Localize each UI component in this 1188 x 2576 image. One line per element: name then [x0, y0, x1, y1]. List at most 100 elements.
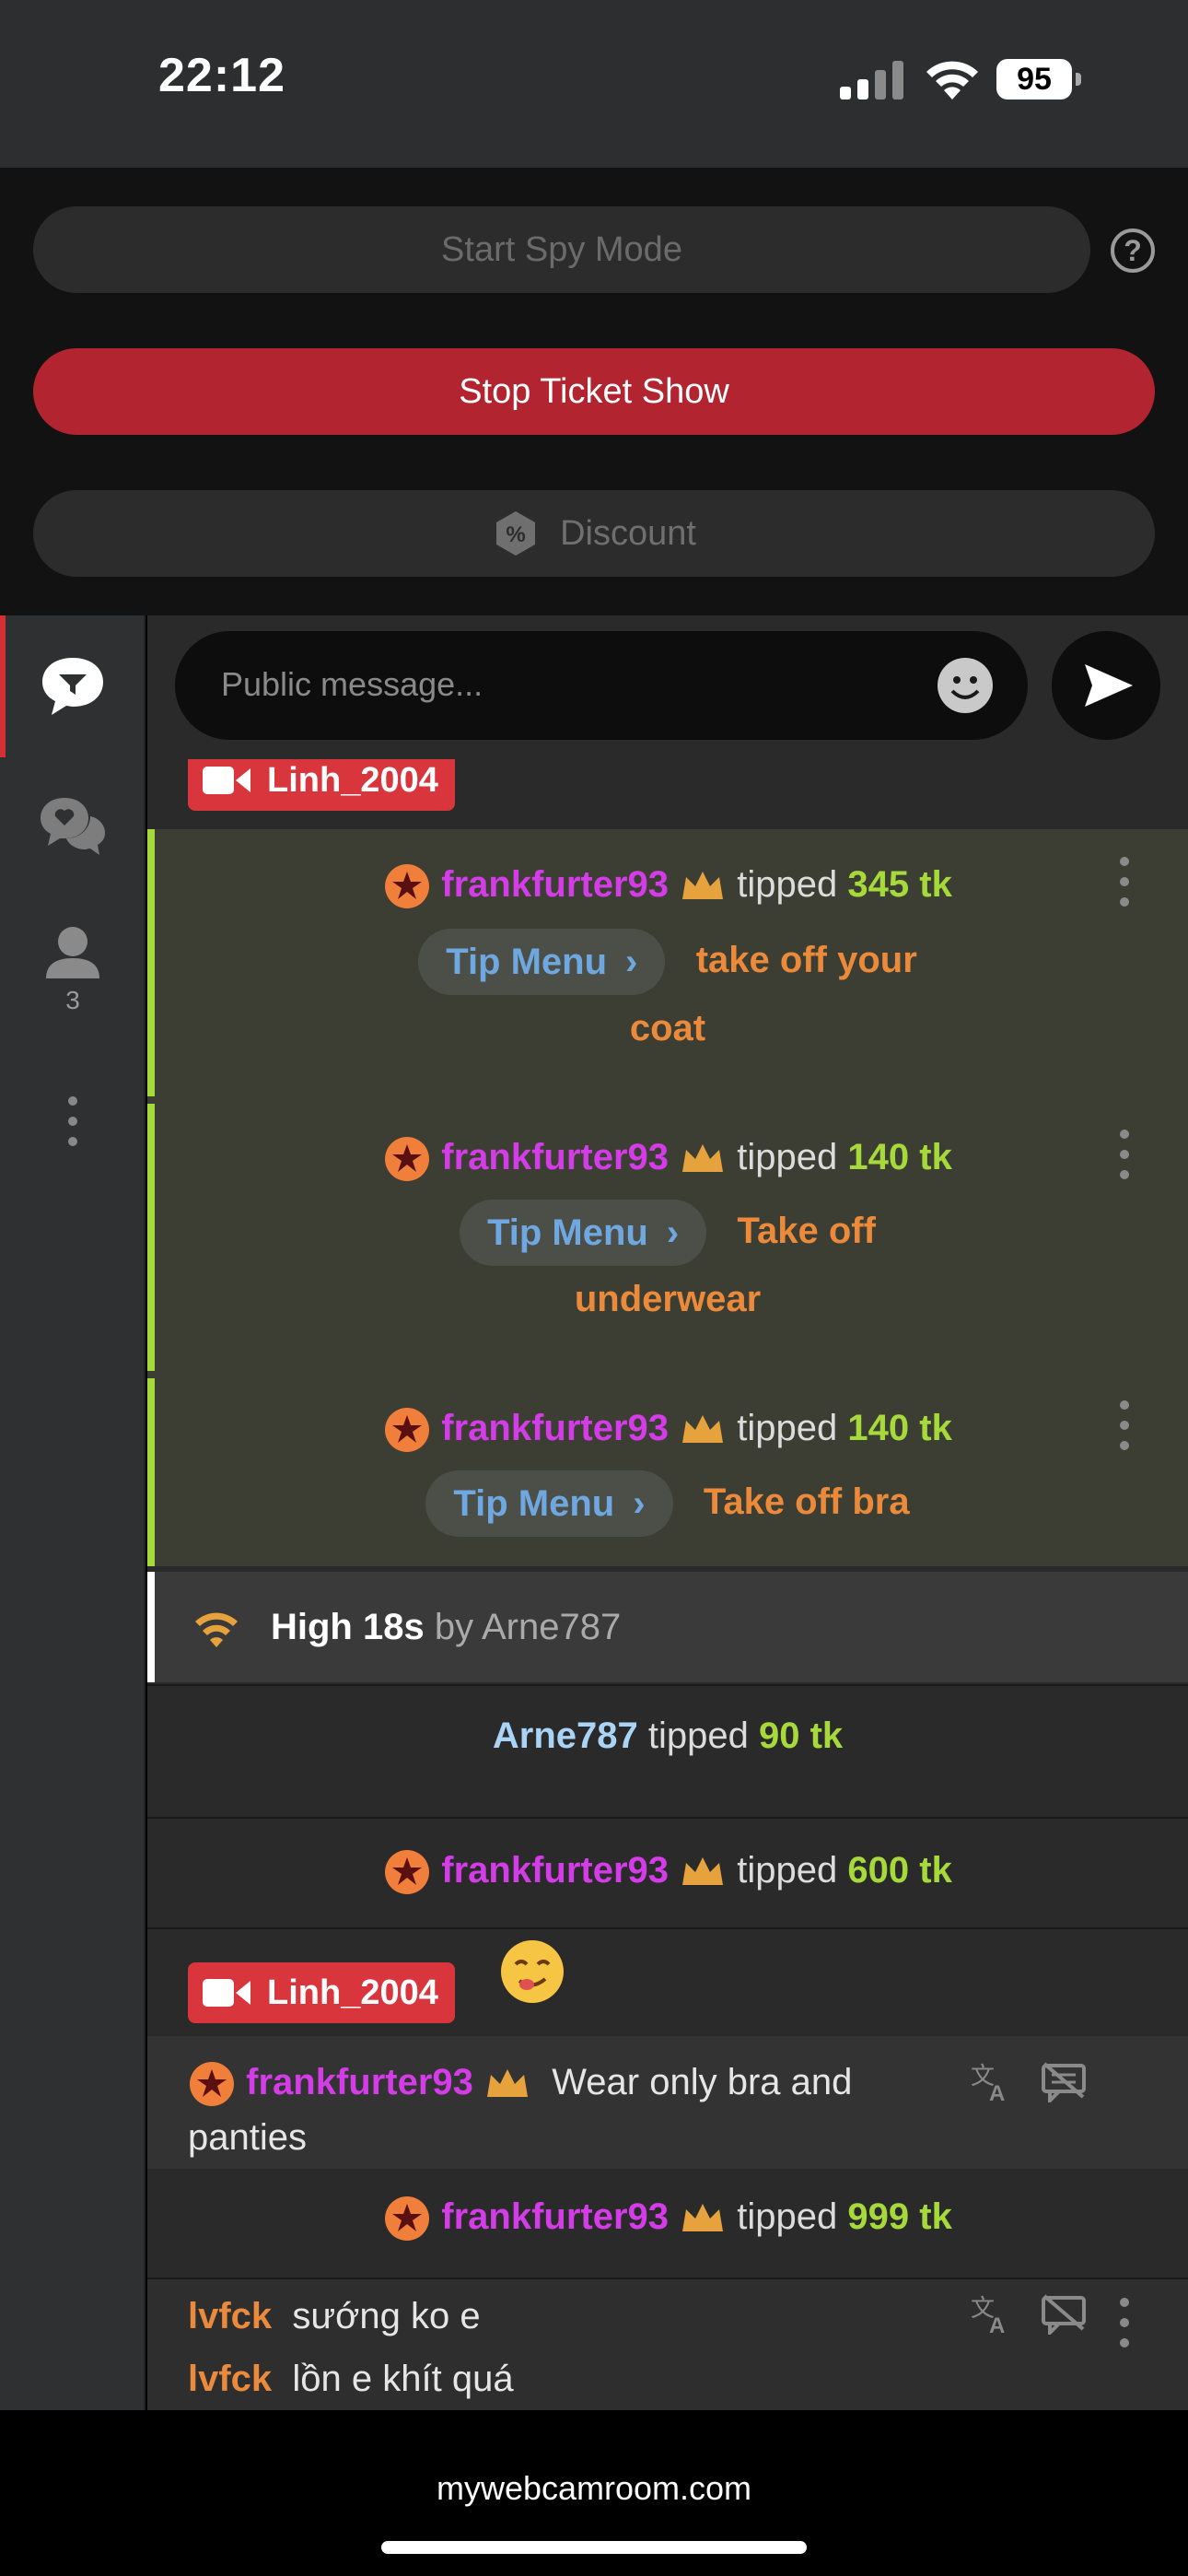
chevron-right-icon: ›	[666, 1212, 680, 1254]
crown-icon	[682, 872, 724, 900]
translate-icon[interactable]: 文A	[969, 2060, 1011, 2102]
send-icon[interactable]	[1052, 631, 1160, 740]
tip-amount: 345 tk	[847, 864, 952, 905]
tip-amount: 140 tk	[847, 1408, 952, 1448]
message-options-icon[interactable]	[1118, 857, 1131, 918]
message-text: lồn e khít quá	[292, 2359, 514, 2399]
discount-button[interactable]: % Discount	[33, 490, 1155, 577]
chat-feed[interactable]: Linh_2004 frankfurter93 tipped 345 tk Ti…	[147, 615, 1188, 2410]
tip-line: frankfurter93 tipped 345 tk	[147, 857, 1188, 912]
battery-icon: 95	[996, 59, 1081, 100]
tip-line: Arne787 tipped 90 tk	[492, 1715, 844, 1756]
users-icon[interactable]	[37, 921, 109, 993]
chat-sidebar	[0, 615, 146, 2410]
member-star-icon	[385, 1408, 430, 1453]
crown-icon	[682, 2204, 724, 2232]
tip-menu-button[interactable]: Tip Menu ›	[460, 1200, 707, 1267]
chat-message: frankfurter93 Wear only bra and panties …	[147, 2036, 1188, 2169]
message-text: Wear only bra and	[552, 2062, 853, 2102]
message-author[interactable]: frankfurter93	[246, 2062, 473, 2102]
goal-signal-icon	[195, 1612, 238, 1647]
tip-menu-line: Tip Menu › Take off bra	[147, 1467, 1188, 1538]
tip-action-cont: underwear	[574, 1279, 762, 1319]
model-name: Linh_2004	[267, 1973, 438, 2012]
tip-amount: 600 tk	[847, 1850, 952, 1891]
message-options-icon[interactable]	[1118, 2298, 1131, 2359]
tip-line: frankfurter93 tipped 140 tk	[147, 1130, 1188, 1185]
mute-chat-icon[interactable]	[1041, 2292, 1087, 2335]
member-star-icon	[385, 2196, 430, 2242]
chat-message: lvfck sướng ko e lvfck lồn e khít quá 文A	[147, 2279, 1188, 2410]
tipper-name[interactable]: Arne787	[493, 1715, 638, 1756]
crown-icon	[682, 1857, 724, 1886]
svg-text:%: %	[506, 522, 525, 547]
tip-line: frankfurter93 tipped 999 tk	[147, 2171, 1188, 2263]
more-icon[interactable]	[66, 1096, 79, 1157]
message-author[interactable]: lvfck	[188, 2296, 272, 2336]
message-text-cont: panties	[188, 2117, 307, 2158]
tip-menu-button[interactable]: Tip Menu ›	[425, 1470, 673, 1538]
cellular-signal-icon	[840, 61, 903, 100]
active-tab-indicator	[0, 615, 6, 757]
tip-action: Take off	[737, 1211, 876, 1251]
tip-amount: 140 tk	[847, 1137, 952, 1177]
model-row: Linh_2004	[147, 1929, 1188, 2036]
tip-action: take off your	[695, 940, 917, 980]
tip-amount: 999 tk	[847, 2196, 952, 2237]
yum-emoji-icon	[501, 1940, 564, 2003]
message-text: sướng ko e	[292, 2296, 481, 2336]
private-chat-icon[interactable]	[37, 792, 109, 864]
home-indicator[interactable]	[381, 2541, 807, 2554]
tip-line: frankfurter93 tipped 600 tk	[147, 1815, 1188, 1926]
tipper-name[interactable]: frankfurter93	[441, 1408, 669, 1448]
tip-menu-line: Tip Menu › Take off	[147, 1196, 1188, 1267]
discount-icon: %	[496, 511, 536, 556]
discount-label: Discount	[560, 514, 696, 553]
mute-chat-icon[interactable]	[1041, 2060, 1087, 2102]
stop-ticket-show-button[interactable]: Stop Ticket Show	[33, 348, 1155, 435]
message-options-icon[interactable]	[1118, 1130, 1131, 1190]
public-chat-icon[interactable]	[37, 650, 109, 722]
battery-level: 95	[996, 59, 1072, 100]
goal-title: High 18s	[271, 1607, 425, 1647]
tipper-name[interactable]: frankfurter93	[441, 1137, 669, 1177]
users-count: 3	[65, 986, 80, 1014]
tipper-name[interactable]: frankfurter93	[441, 2196, 669, 2237]
svg-text:A: A	[989, 2081, 1005, 2102]
emoji-picker-icon[interactable]	[936, 656, 995, 715]
show-controls: Start Spy Mode ? Stop Ticket Show % Disc…	[0, 168, 1188, 615]
help-icon[interactable]: ?	[1111, 228, 1155, 273]
svg-text:A: A	[989, 2313, 1005, 2335]
tip-action-cont: coat	[629, 1008, 706, 1048]
goal-user[interactable]: Arne787	[482, 1607, 621, 1647]
tipper-name[interactable]: frankfurter93	[441, 864, 669, 905]
message-author[interactable]: lvfck	[188, 2359, 272, 2399]
chevron-right-icon: ›	[625, 942, 638, 983]
member-star-icon	[385, 864, 430, 909]
status-bar: 22:12 95	[0, 0, 1188, 168]
goal-row: High 18s by Arne787	[147, 1572, 1188, 1682]
crown-icon	[682, 1144, 724, 1173]
member-star-icon	[190, 2062, 234, 2107]
model-badge[interactable]: Linh_2004	[188, 1962, 455, 2023]
crown-icon	[682, 1415, 724, 1444]
browser-domain[interactable]: mywebcamroom.com	[0, 2469, 1188, 2508]
tip-action: Take off bra	[703, 1481, 910, 1522]
member-star-icon	[385, 1137, 430, 1182]
tip-menu-button[interactable]: Tip Menu ›	[418, 929, 666, 996]
input-placeholder: Public message...	[221, 665, 483, 703]
chevron-right-icon: ›	[633, 1483, 646, 1525]
crown-icon	[487, 2069, 529, 2098]
start-spy-mode-button[interactable]: Start Spy Mode	[33, 206, 1090, 293]
model-name: Linh_2004	[267, 761, 438, 800]
wifi-icon	[926, 61, 978, 100]
tip-line: frankfurter93 tipped 140 tk	[147, 1400, 1188, 1456]
tip-menu-group: frankfurter93 tipped 345 tk Tip Menu › ta…	[147, 829, 1188, 1566]
camera-icon	[203, 1979, 250, 2007]
translate-icon[interactable]: 文A	[969, 2292, 1011, 2335]
tip-amount: 90 tk	[758, 1715, 844, 1756]
tipper-name[interactable]: frankfurter93	[441, 1850, 669, 1891]
member-star-icon	[385, 1850, 430, 1895]
status-time: 22:12	[158, 49, 285, 102]
message-options-icon[interactable]	[1118, 1400, 1131, 1461]
